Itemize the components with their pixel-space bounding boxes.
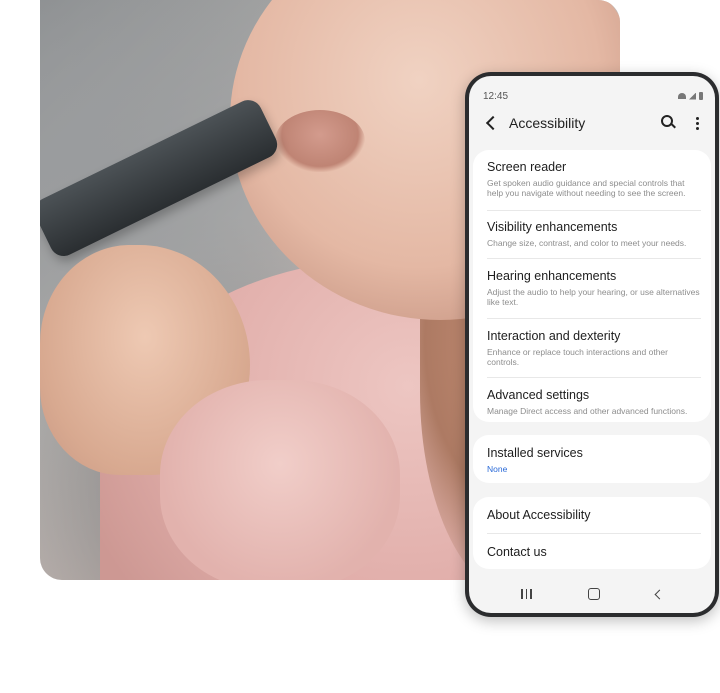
divider [487, 210, 701, 211]
back-arrow-icon [485, 115, 501, 131]
status-icons [678, 92, 703, 100]
app-bar: Accessibility [469, 106, 715, 140]
setting-description: Enhance or replace touch interactions an… [487, 347, 668, 367]
battery-icon [699, 92, 703, 100]
settings-card-main: Screen reader Get spoken audio guidance … [473, 150, 711, 422]
signal-icon [689, 92, 696, 100]
nav-back-button[interactable] [654, 589, 665, 599]
setting-hearing-enhancements[interactable]: Hearing enhancements Adjust the audio to… [487, 269, 701, 307]
status-bar: 12:45 [483, 89, 703, 103]
setting-title: Contact us [487, 545, 547, 559]
setting-description: Get spoken audio guidance and special co… [487, 178, 686, 198]
home-button[interactable] [587, 588, 600, 600]
phone-mockup: 12:45 Accessibility Screen reader Get sp… [465, 72, 719, 617]
setting-title: Advanced settings [487, 388, 590, 402]
back-button[interactable] [481, 113, 501, 133]
setting-interaction-dexterity[interactable]: Interaction and dexterity Enhance or rep… [487, 329, 701, 367]
setting-title: Hearing enhancements [487, 269, 617, 283]
setting-screen-reader[interactable]: Screen reader Get spoken audio guidance … [487, 160, 701, 198]
photo-lips [275, 110, 365, 172]
photo-sleeve [160, 380, 400, 580]
more-options-icon[interactable] [687, 113, 707, 133]
setting-contact-us[interactable]: Contact us [487, 545, 701, 560]
divider [487, 533, 701, 534]
setting-title: Screen reader [487, 160, 567, 174]
phone-screen: 12:45 Accessibility Screen reader Get sp… [469, 76, 715, 613]
setting-installed-services[interactable]: Installed services None [487, 446, 701, 474]
divider [487, 258, 701, 259]
setting-title: About Accessibility [487, 508, 591, 522]
installed-services-value: None [487, 464, 508, 474]
setting-title: Interaction and dexterity [487, 329, 621, 343]
setting-description: Manage Direct access and other advanced … [487, 406, 688, 416]
divider [487, 377, 701, 378]
wifi-icon [678, 93, 686, 99]
status-time: 12:45 [483, 90, 509, 102]
page-title: Accessibility [509, 115, 586, 131]
setting-advanced-settings[interactable]: Advanced settings Manage Direct access a… [487, 388, 701, 416]
setting-description: Adjust the audio to help your hearing, o… [487, 287, 700, 307]
divider [487, 318, 701, 319]
search-icon[interactable] [659, 113, 679, 133]
setting-visibility-enhancements[interactable]: Visibility enhancements Change size, con… [487, 220, 701, 248]
recents-button[interactable] [521, 589, 532, 599]
navigation-bar [469, 581, 715, 607]
setting-description: Change size, contrast, and color to meet… [487, 238, 687, 248]
back-chevron-icon [654, 589, 665, 599]
settings-card-about: About Accessibility Contact us [473, 497, 711, 569]
settings-card-installed: Installed services None [473, 435, 711, 483]
setting-title: Installed services [487, 446, 583, 460]
setting-about-accessibility[interactable]: About Accessibility [487, 508, 701, 523]
setting-title: Visibility enhancements [487, 220, 618, 234]
